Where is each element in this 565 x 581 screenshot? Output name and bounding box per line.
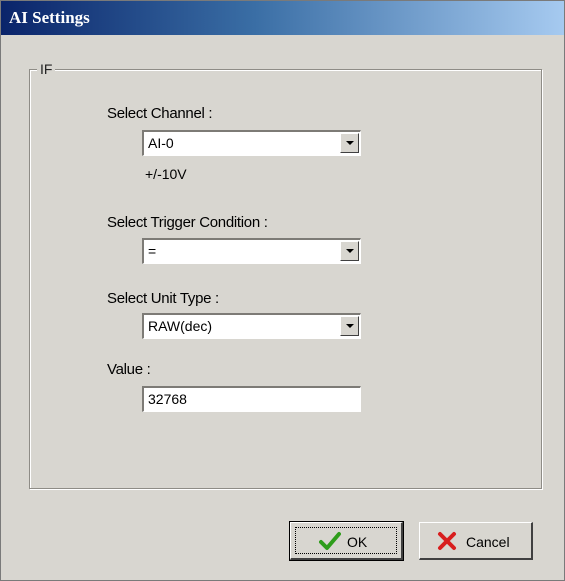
unit-type-select[interactable]: RAW(dec): [142, 313, 361, 339]
cancel-button-label: Cancel: [466, 534, 510, 550]
select-unit-type-label: Select Unit Type :: [107, 290, 219, 307]
chevron-down-icon: [346, 324, 354, 328]
groupbox-title: IF: [37, 61, 56, 77]
chevron-down-icon: [346, 249, 354, 253]
ai-settings-dialog: AI Settings IF Select Channel : AI-0 +/-…: [0, 0, 565, 581]
unit-dropdown-button[interactable]: [340, 316, 359, 336]
channel-select-value: AI-0: [148, 135, 174, 151]
channel-dropdown-button[interactable]: [340, 133, 359, 153]
focus-rect: [295, 527, 397, 554]
unit-type-value: RAW(dec): [148, 318, 213, 334]
select-trigger-condition-label: Select Trigger Condition :: [107, 214, 268, 231]
trigger-dropdown-button[interactable]: [340, 241, 359, 261]
ok-button-label: OK: [347, 534, 368, 550]
x-mark-icon: [438, 532, 456, 550]
trigger-condition-select[interactable]: =: [142, 238, 361, 264]
select-channel-label: Select Channel :: [107, 105, 213, 122]
ok-button[interactable]: OK: [289, 521, 404, 561]
cancel-button[interactable]: Cancel: [419, 522, 533, 560]
title-bar[interactable]: AI Settings: [1, 1, 564, 35]
value-input-text: 32768: [148, 391, 187, 407]
window-title: AI Settings: [9, 8, 90, 27]
channel-range-text: +/-10V: [145, 166, 187, 182]
trigger-condition-value: =: [148, 243, 157, 259]
value-label: Value :: [107, 361, 151, 378]
chevron-down-icon: [346, 141, 354, 145]
channel-select[interactable]: AI-0: [142, 130, 361, 156]
checkmark-icon: [319, 532, 341, 550]
value-input[interactable]: 32768: [142, 386, 361, 412]
